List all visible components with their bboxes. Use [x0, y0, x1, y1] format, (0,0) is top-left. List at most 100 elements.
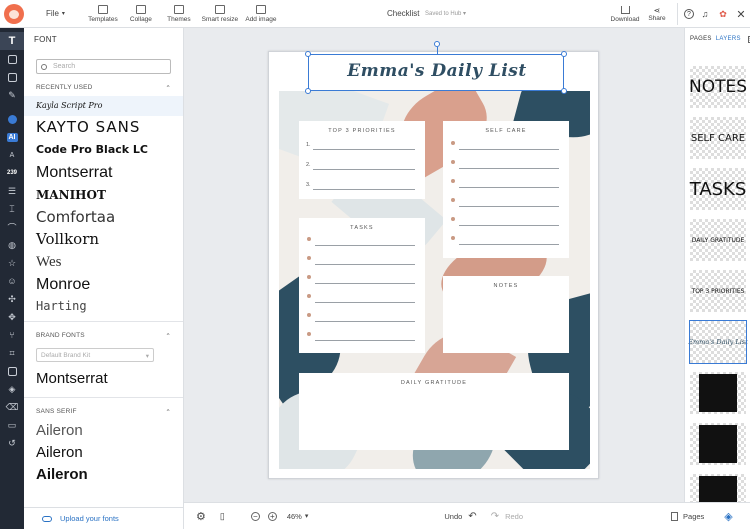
notes-box[interactable]: NOTES: [443, 276, 569, 353]
help-icon[interactable]: ?: [684, 9, 694, 19]
chevron-down-icon[interactable]: ▾: [305, 512, 309, 520]
camera-tool[interactable]: [0, 50, 24, 68]
sticker-tool[interactable]: ☺: [0, 272, 24, 290]
bullet-dot: [451, 217, 455, 221]
resize-handle[interactable]: [305, 51, 311, 57]
app-logo[interactable]: [0, 0, 28, 28]
redo-icon[interactable]: ↷: [491, 511, 499, 522]
layer-item[interactable]: DAILY GRATITUDE: [690, 219, 746, 261]
canvas-area[interactable]: TOP 3 PRIORITIES 1. 2. 3. SELF CARE TASK…: [184, 28, 684, 502]
layer-item-selected[interactable]: Emma's Daily List: [688, 320, 748, 364]
download-button[interactable]: Download: [609, 5, 641, 23]
layer-item[interactable]: [690, 372, 746, 414]
tab-layers[interactable]: LAYERS: [716, 36, 741, 43]
smart-resize-button[interactable]: Smart resize: [199, 4, 241, 23]
count-tool[interactable]: 239: [0, 164, 24, 182]
undo-icon[interactable]: ↶: [468, 511, 476, 522]
redo-label[interactable]: Redo: [505, 512, 523, 521]
layer-item[interactable]: SELF CARE: [690, 117, 746, 159]
frame-tool[interactable]: [0, 362, 24, 380]
zoom-out-icon[interactable]: −: [250, 511, 260, 521]
font-item[interactable]: Code Pro Black LC: [24, 139, 183, 161]
brush-tool[interactable]: ✎: [0, 86, 24, 104]
zoom-in-icon[interactable]: +: [267, 511, 277, 521]
transform-tool[interactable]: ✥: [0, 308, 24, 326]
font-item[interactable]: MANIHOT: [24, 184, 183, 206]
eraser-tool[interactable]: ⌫: [0, 398, 24, 416]
ai-text-tool[interactable]: A: [0, 146, 24, 164]
layer-item[interactable]: [690, 474, 746, 502]
font-item[interactable]: Kayla Script Pro: [24, 96, 183, 116]
font-item[interactable]: Vollkorn: [24, 228, 183, 251]
resize-handle[interactable]: [561, 51, 567, 57]
font-item[interactable]: Comfortaa: [24, 206, 183, 228]
themes-label: Themes: [167, 15, 191, 23]
pattern-tool[interactable]: ✣: [0, 290, 24, 308]
tab-pages[interactable]: PAGES: [690, 36, 712, 43]
share-button[interactable]: ⋖ Share: [641, 6, 673, 22]
page-title[interactable]: Emma's Daily List: [309, 61, 565, 81]
font-item[interactable]: Wes: [24, 251, 183, 274]
zoom-level[interactable]: 46%: [287, 512, 302, 521]
brand-fonts-header[interactable]: BRAND FONTS ⌃: [24, 328, 183, 344]
font-item[interactable]: Montserrat: [24, 161, 183, 184]
layer-item[interactable]: TASKS: [690, 168, 746, 210]
align-tool[interactable]: ☰: [0, 182, 24, 200]
templates-button[interactable]: Templates: [85, 4, 121, 23]
upload-fonts-button[interactable]: Upload your fonts: [24, 507, 183, 529]
history-tool[interactable]: ↺: [0, 434, 24, 452]
font-item[interactable]: Aileron: [24, 464, 183, 486]
font-search-input[interactable]: Search: [36, 59, 171, 74]
file-menu[interactable]: File ▾: [46, 9, 65, 18]
tasks-box[interactable]: TASKS: [299, 218, 425, 353]
bullet-dot: [451, 198, 455, 202]
star-tool[interactable]: ☆: [0, 254, 24, 272]
resize-handle[interactable]: [305, 88, 311, 94]
layer-item[interactable]: [690, 423, 746, 465]
document-title[interactable]: Checklist: [387, 9, 419, 18]
gratitude-box[interactable]: DAILY GRATITUDE: [299, 373, 569, 450]
color-tool[interactable]: [0, 110, 24, 128]
priorities-box[interactable]: TOP 3 PRIORITIES 1. 2. 3.: [299, 121, 425, 199]
bullet-dot: [451, 179, 455, 183]
font-item[interactable]: KAYTO SANS: [24, 116, 183, 139]
layers-tool[interactable]: ◈: [0, 380, 24, 398]
curve-tool[interactable]: ⌒: [0, 218, 24, 236]
cloud-upload-icon: [42, 515, 52, 522]
close-icon[interactable]: ✕: [734, 7, 748, 21]
avatar[interactable]: ✿: [716, 7, 730, 21]
collage-button[interactable]: Collage: [123, 4, 159, 23]
comment-tool[interactable]: ▭: [0, 416, 24, 434]
crop-tool[interactable]: ⌗: [0, 344, 24, 362]
font-item[interactable]: Aileron: [24, 442, 183, 464]
undo-label[interactable]: Undo: [444, 512, 462, 521]
adjust-tool[interactable]: [0, 68, 24, 86]
recently-used-header[interactable]: RECENTLY USED ⌃: [24, 80, 183, 96]
sans-serif-header[interactable]: SANS SERIF ⌃: [24, 404, 183, 420]
add-image-button[interactable]: Add image: [243, 4, 279, 23]
layer-item[interactable]: NOTES: [689, 66, 747, 108]
spacing-tool[interactable]: ⌶: [0, 200, 24, 218]
effects-tool[interactable]: ◍: [0, 236, 24, 254]
brand-kit-select[interactable]: Default Brand Kit ▾: [36, 348, 154, 362]
layer-item[interactable]: TOP 3 PRIORITIES: [690, 270, 746, 312]
font-item[interactable]: Montserrat: [24, 366, 183, 392]
font-item[interactable]: Monroe: [24, 274, 183, 296]
crop-icon: ⌗: [9, 347, 15, 358]
title-text-box[interactable]: Emma's Daily List: [305, 41, 567, 94]
split-tool[interactable]: ⑂: [0, 326, 24, 344]
saved-status[interactable]: Saved to Hub ▾: [425, 10, 466, 17]
settings-icon[interactable]: ⚙: [196, 510, 206, 523]
pages-button[interactable]: Pages: [671, 511, 704, 521]
font-item[interactable]: Aileron: [24, 420, 183, 442]
resize-handle[interactable]: [561, 88, 567, 94]
font-item[interactable]: Harting: [24, 296, 183, 316]
themes-button[interactable]: Themes: [161, 4, 197, 23]
text-tool[interactable]: T: [0, 32, 24, 50]
layers-icon[interactable]: ◈: [724, 510, 732, 523]
design-page[interactable]: TOP 3 PRIORITIES 1. 2. 3. SELF CARE TASK…: [268, 41, 599, 479]
ai-tool[interactable]: AI: [0, 128, 24, 146]
bell-icon[interactable]: ♫: [698, 7, 712, 21]
device-preview-icon[interactable]: ▯: [220, 511, 225, 522]
self-care-box[interactable]: SELF CARE: [443, 121, 569, 258]
